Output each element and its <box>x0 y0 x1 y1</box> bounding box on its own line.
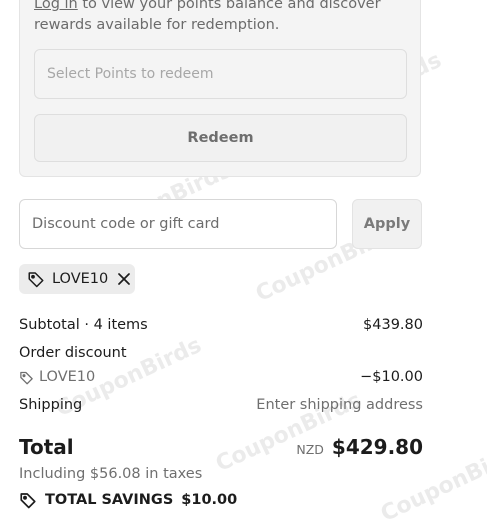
total-savings: TOTAL SAVINGS $10.00 <box>19 491 237 509</box>
total-savings-label: TOTAL SAVINGS <box>45 492 174 508</box>
applied-code-label: LOVE10 <box>52 271 109 287</box>
order-discount-value: −$10.00 <box>360 369 423 385</box>
order-discount-label: Order discount <box>19 345 127 361</box>
rewards-description: Log in to view your points balance and d… <box>34 0 394 36</box>
subtotal-value: $439.80 <box>363 317 423 333</box>
close-icon[interactable] <box>117 272 131 286</box>
discount-code-input[interactable]: Discount code or gift card <box>19 199 337 249</box>
discount-code-placeholder: Discount code or gift card <box>32 216 220 232</box>
tag-icon <box>19 370 34 385</box>
savings-tag-icon <box>19 491 37 509</box>
applied-code-chip: LOVE10 <box>19 264 135 294</box>
total-amount: $429.80 <box>331 435 423 459</box>
order-discount-code: LOVE10 <box>19 369 95 385</box>
total-price: NZD $429.80 <box>296 435 423 459</box>
redeem-button[interactable]: Redeem <box>34 114 407 162</box>
subtotal-label: Subtotal · 4 items <box>19 317 148 333</box>
currency-code: NZD <box>296 442 324 457</box>
apply-button[interactable]: Apply <box>352 199 422 249</box>
points-select[interactable]: Select Points to redeem <box>34 49 407 99</box>
tag-icon <box>27 270 45 288</box>
total-label: Total <box>19 435 74 459</box>
shipping-value: Enter shipping address <box>256 397 423 413</box>
taxes-note: Including $56.08 in taxes <box>19 466 203 482</box>
login-link[interactable]: Log in <box>34 0 78 12</box>
points-select-placeholder: Select Points to redeem <box>47 66 214 82</box>
shipping-label: Shipping <box>19 397 83 413</box>
total-savings-value: $10.00 <box>181 492 238 508</box>
order-discount-code-text: LOVE10 <box>39 369 96 385</box>
rewards-description-text: to view your points balance and discover… <box>34 0 381 33</box>
